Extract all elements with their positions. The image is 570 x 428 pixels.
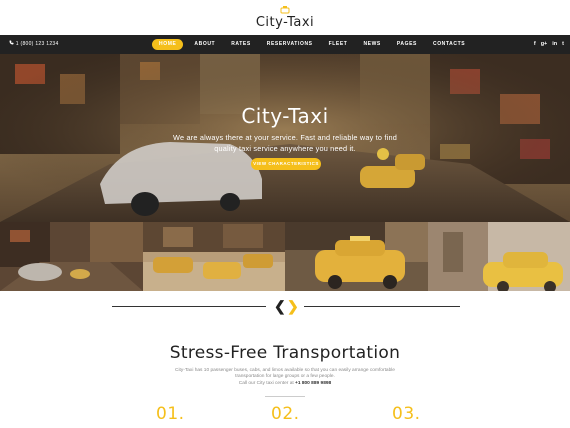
yellow-taxi-photo [285, 222, 428, 291]
section-title: Stress-Free Transportation [169, 343, 401, 363]
menu-item-about[interactable]: ABOUT [186, 39, 223, 50]
menu-item-pages[interactable]: PAGES [389, 39, 425, 50]
section-divider [265, 396, 305, 397]
hero-title: City-Taxi [241, 104, 329, 128]
slider-divider-right [304, 306, 460, 307]
step-number-2: 02. [271, 404, 300, 424]
facebook-icon[interactable]: f [534, 39, 536, 49]
section-text-2: Call our City taxi center at [238, 380, 296, 386]
parked-taxi-photo [427, 222, 570, 291]
main-menu: HOME ABOUT RATES RESERVATIONS FLEET NEWS… [152, 39, 473, 50]
slider-divider-left [112, 306, 266, 307]
taxi-cap-icon [280, 6, 290, 14]
linkedin-icon[interactable]: in [552, 39, 557, 49]
site-logo[interactable]: City-Taxi [0, 6, 570, 30]
menu-item-news[interactable]: NEWS [355, 39, 388, 50]
gallery-item-taxis-crossing[interactable] [142, 222, 285, 291]
photo-gallery [0, 222, 570, 291]
header-phone[interactable]: 1 (800) 123 1234 [9, 40, 59, 47]
slider-prev-button[interactable]: ❮ [274, 298, 286, 314]
gallery-item-parked-taxi[interactable] [427, 222, 570, 291]
menu-item-rates[interactable]: RATES [223, 39, 259, 50]
menu-item-home[interactable]: HOME [152, 39, 184, 50]
hero-subtitle: We are always there at your service. Fas… [173, 133, 397, 153]
slider-next-button[interactable]: ❯ [287, 298, 299, 314]
twitter-icon[interactable]: t [562, 39, 564, 49]
google-plus-icon[interactable]: g+ [541, 39, 548, 49]
step-number-1: 01. [156, 404, 185, 424]
gallery-item-street-traffic[interactable] [0, 222, 143, 291]
main-navbar: 1 (800) 123 1234 HOME ABOUT RATES RESERV… [0, 35, 570, 54]
hero-banner: City-Taxi We are always there at your se… [0, 54, 570, 222]
section-description: City-Taxi has 10 passenger buses, cabs, … [175, 368, 395, 387]
phone-icon [9, 40, 14, 45]
section-text-1: City-Taxi has 10 passenger buses, cabs, … [175, 368, 395, 380]
menu-item-reservations[interactable]: RESERVATIONS [259, 39, 321, 50]
taxis-crossing-photo [142, 222, 285, 291]
logo-header: City-Taxi [0, 0, 570, 35]
view-characteristics-button[interactable]: VIEW CHARACTERISTICS [251, 158, 321, 170]
logo-text: City-Taxi [255, 15, 315, 30]
menu-item-contacts[interactable]: CONTACTS [425, 39, 473, 50]
social-links: f g+ in t [534, 39, 564, 49]
gallery-item-yellow-taxi[interactable] [285, 222, 428, 291]
header-phone-text: 1 (800) 123 1234 [15, 41, 59, 47]
step-number-3: 03. [392, 404, 421, 424]
street-traffic-photo [0, 222, 143, 291]
section-phone[interactable]: +1 800 889 9898 [295, 381, 331, 386]
menu-item-fleet[interactable]: FLEET [321, 39, 356, 50]
